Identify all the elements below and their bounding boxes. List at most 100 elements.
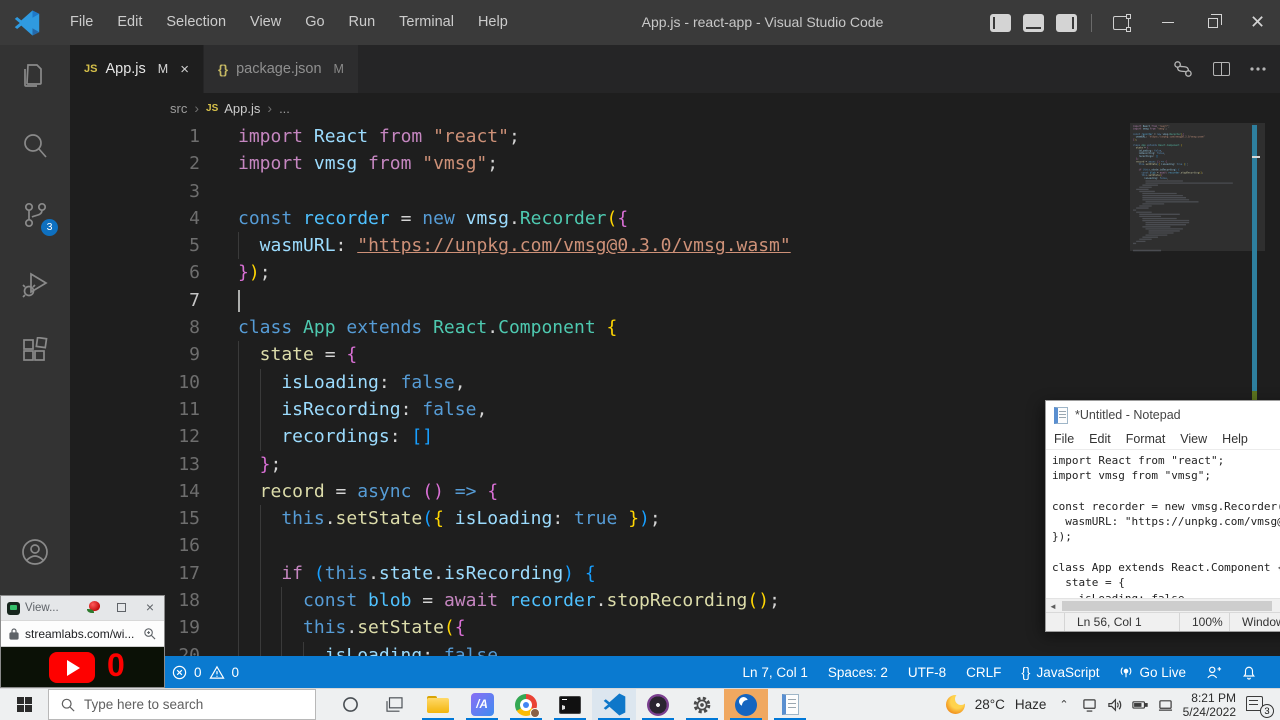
accounts-icon[interactable] <box>19 536 51 568</box>
code-line-8[interactable]: 8class App extends React.Component { <box>70 314 1280 341</box>
scroll-left-arrow-icon[interactable]: ◄ <box>1049 602 1057 611</box>
vscode-menubar: FileEditSelectionViewGoRunTerminalHelp <box>58 0 520 45</box>
close-tab-icon[interactable]: × <box>180 61 189 78</box>
taskbar-vscode-icon[interactable] <box>592 689 636 720</box>
task-view-button[interactable] <box>372 689 416 720</box>
eol-sequence[interactable]: CRLF <box>956 665 1011 680</box>
minimap-slider[interactable] <box>1130 123 1265 251</box>
taskbar-clock[interactable]: 8:21 PM 5/24/2022 <box>1183 691 1236 719</box>
popup-address-bar[interactable]: streamlabs.com/wi... <box>1 620 164 647</box>
compare-changes-icon[interactable] <box>1173 60 1193 78</box>
breadcrumb-file[interactable]: App.js <box>224 101 260 116</box>
speaker-icon[interactable] <box>1107 698 1122 712</box>
menu-selection[interactable]: Selection <box>154 0 238 45</box>
code-line-9[interactable]: 9 state = { <box>70 341 1280 368</box>
close-button[interactable]: ✕ <box>1235 0 1280 45</box>
toggle-secondary-sidebar-icon[interactable] <box>1056 14 1077 32</box>
line-number: 2 <box>70 150 200 177</box>
code-line-5[interactable]: 5 wasmURL: "https://unpkg.com/vmsg@0.3.0… <box>70 232 1280 259</box>
split-editor-icon[interactable] <box>1213 62 1230 76</box>
tab-appjs[interactable]: JS App.js M × <box>70 45 203 93</box>
extensions-icon[interactable] <box>19 337 51 369</box>
browser-popup-window[interactable]: View... × streamlabs.com/wi... 0 <box>0 595 165 688</box>
source-control-icon[interactable]: 3 <box>19 199 51 231</box>
action-center-icon[interactable]: 3 <box>1246 694 1272 716</box>
toggle-panel-icon[interactable] <box>1023 14 1044 32</box>
taskbar-search[interactable]: Type here to search <box>48 689 316 720</box>
code-line-7[interactable]: 7 <box>70 287 1280 314</box>
weather-temp[interactable]: 28°C <box>975 697 1005 712</box>
notepad-menu-format[interactable]: Format <box>1126 432 1166 446</box>
scrollbar-thumb[interactable] <box>1062 601 1272 611</box>
search-icon[interactable] <box>19 130 51 162</box>
start-button[interactable] <box>0 689 48 720</box>
code-line-3[interactable]: 3 <box>70 178 1280 205</box>
taskbar-settings-gear-icon[interactable] <box>680 689 724 720</box>
code-line-1[interactable]: 1import React from "react"; <box>70 123 1280 150</box>
taskbar-terminal-icon[interactable] <box>548 689 592 720</box>
menu-file[interactable]: File <box>58 0 105 45</box>
notepad-titlebar[interactable]: *Untitled - Notepad <box>1046 401 1280 429</box>
cursor-position[interactable]: Ln 7, Col 1 <box>733 665 818 680</box>
notifications-bell-icon[interactable] <box>1232 665 1266 680</box>
minimize-button[interactable] <box>1145 0 1190 45</box>
cortana-button[interactable] <box>328 689 372 720</box>
popup-maximize-icon[interactable] <box>117 603 126 612</box>
menu-terminal[interactable]: Terminal <box>387 0 466 45</box>
code-line-4[interactable]: 4const recorder = new vmsg.Recorder({ <box>70 205 1280 232</box>
notification-count-badge: 3 <box>1260 704 1274 718</box>
battery-icon[interactable] <box>1132 698 1148 711</box>
notepad-menu-edit[interactable]: Edit <box>1089 432 1111 446</box>
tab-packagejson[interactable]: {} package.json M <box>204 45 358 93</box>
notepad-text-area[interactable]: import React from "react";import vmsg fr… <box>1046 450 1280 598</box>
taskbar-chrome-icon[interactable] <box>504 689 548 720</box>
zoom-search-icon[interactable] <box>143 627 156 640</box>
weather-haze-icon[interactable] <box>946 695 965 714</box>
explorer-icon[interactable] <box>19 61 51 93</box>
menu-help[interactable]: Help <box>466 0 520 45</box>
customize-layout-icon[interactable] <box>1100 0 1145 45</box>
taskbar-music-disc-icon[interactable] <box>636 689 680 720</box>
popup-url[interactable]: streamlabs.com/wi... <box>25 627 137 641</box>
breadcrumb-symbol[interactable]: ... <box>279 101 290 116</box>
encoding[interactable]: UTF-8 <box>898 665 956 680</box>
toggle-sidebar-icon[interactable] <box>990 14 1011 32</box>
run-debug-icon[interactable] <box>19 268 51 300</box>
taskbar-notepad-icon[interactable] <box>768 689 812 720</box>
js-file-icon: JS <box>206 103 218 114</box>
indentation[interactable]: Spaces: 2 <box>818 665 898 680</box>
go-live-button[interactable]: Go Live <box>1109 665 1196 680</box>
menu-edit[interactable]: Edit <box>105 0 154 45</box>
menu-view[interactable]: View <box>238 0 293 45</box>
taskbar-ia-app-icon[interactable]: /A <box>460 689 504 720</box>
code-line-2[interactable]: 2import vmsg from "vmsg"; <box>70 150 1280 177</box>
code-line-20[interactable]: 20 isLoading: false, <box>70 642 1280 656</box>
notepad-menu-help[interactable]: Help <box>1222 432 1248 446</box>
notepad-menu-view[interactable]: View <box>1180 432 1207 446</box>
taskbar-obs-studio-icon[interactable] <box>724 689 768 720</box>
menu-go[interactable]: Go <box>293 0 336 45</box>
popup-titlebar[interactable]: View... × <box>1 596 164 620</box>
breadcrumb-src[interactable]: src <box>170 101 187 116</box>
feedback-icon[interactable] <box>1196 665 1232 680</box>
taskbar-file-explorer-icon[interactable] <box>416 689 460 720</box>
more-actions-icon[interactable] <box>1250 66 1266 72</box>
text-cursor <box>238 290 240 312</box>
tray-expand-chevron-icon[interactable]: ⌃ <box>1059 698 1068 711</box>
breadcrumb[interactable]: src › JS App.js › ... <box>70 93 1280 123</box>
restore-button[interactable] <box>1190 0 1235 45</box>
weather-condition[interactable]: Haze <box>1015 697 1047 712</box>
problems-indicator[interactable]: 0 0 <box>172 665 239 680</box>
notepad-hscrollbar[interactable]: ◄ <box>1046 598 1280 612</box>
display-sync-icon[interactable] <box>1082 698 1097 712</box>
menu-run[interactable]: Run <box>337 0 388 45</box>
popup-close-icon[interactable]: × <box>146 599 154 615</box>
code-line-6[interactable]: 6}); <box>70 259 1280 286</box>
notepad-menu-file[interactable]: File <box>1054 432 1074 446</box>
network-icon[interactable] <box>1158 698 1173 712</box>
code-line-10[interactable]: 10 isLoading: false, <box>70 369 1280 396</box>
notepad-eol: Windows (CRLF) <box>1229 613 1280 631</box>
broadcast-icon <box>1119 665 1133 679</box>
notepad-window[interactable]: *Untitled - Notepad File Edit Format View He… <box>1045 400 1280 632</box>
language-mode[interactable]: {} JavaScript <box>1011 665 1109 680</box>
